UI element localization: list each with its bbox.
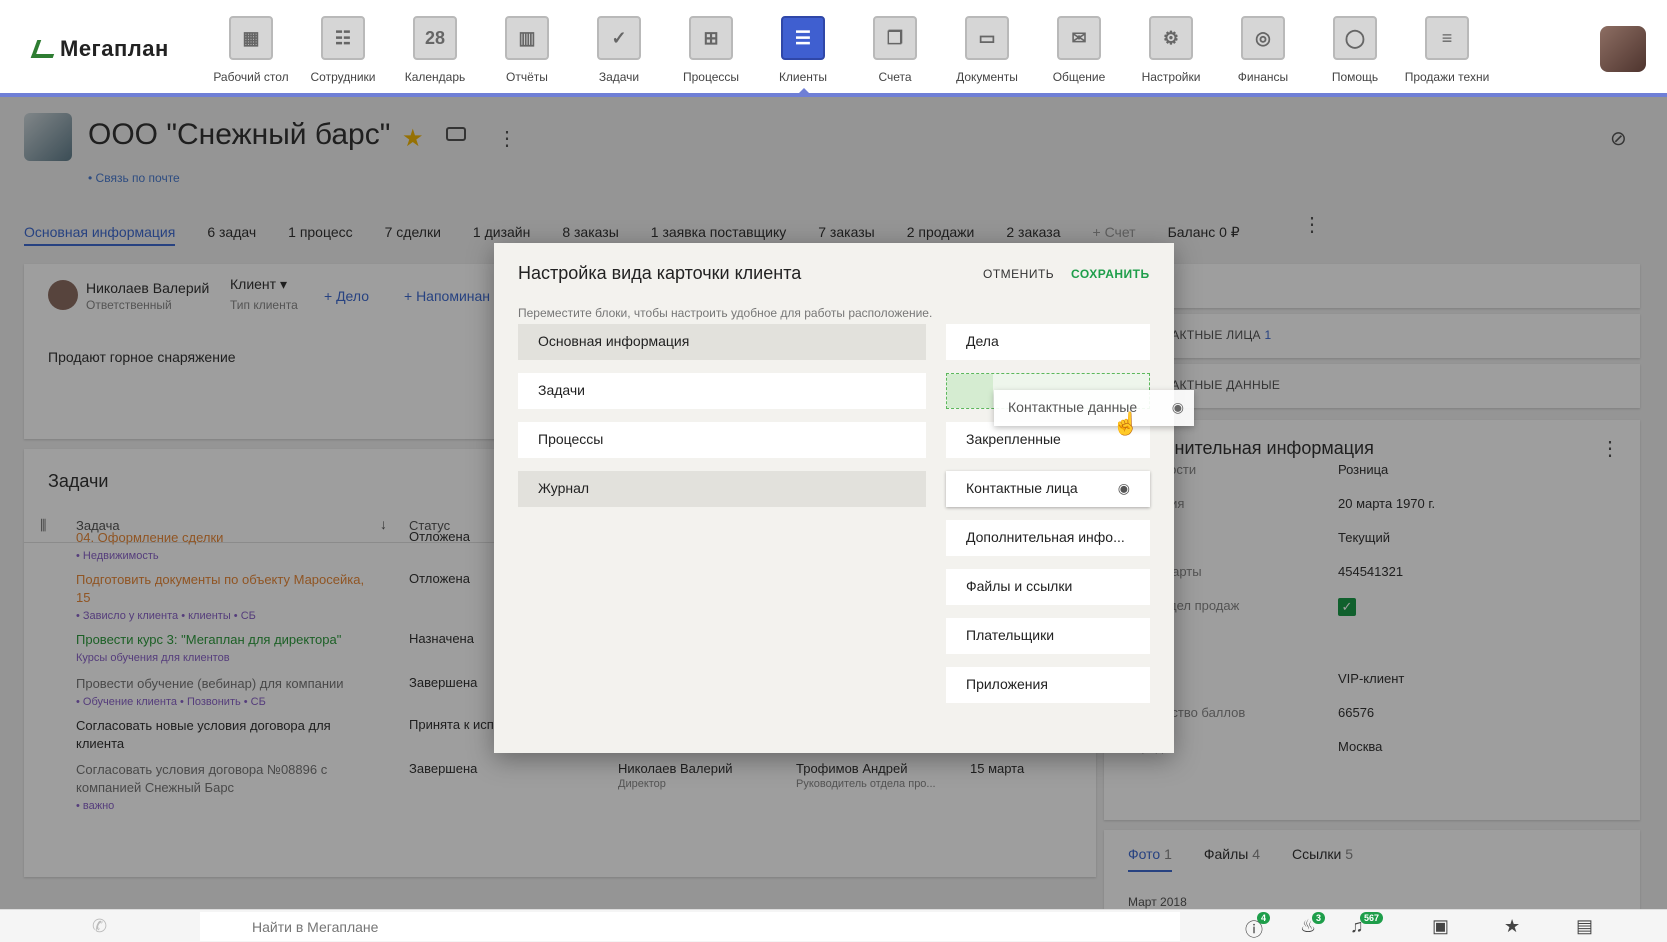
nav-label: Отчёты <box>506 70 548 84</box>
nav-label: Общение <box>1052 70 1106 84</box>
nav-label: Клиенты <box>778 70 828 84</box>
documents-icon: ▭ <box>965 16 1009 60</box>
global-search-input[interactable] <box>200 912 1180 941</box>
nav-label: Задачи <box>598 70 640 84</box>
user-avatar[interactable] <box>1600 26 1646 72</box>
layout-block-right-4[interactable]: Дополнительная инфо... <box>946 520 1150 556</box>
save-button[interactable]: СОХРАНИТЬ <box>1071 267 1150 281</box>
layout-block-left-3[interactable]: Журнал <box>518 471 926 507</box>
finance-icon: ◎ <box>1241 16 1285 60</box>
top-navigation: Мегаплан ▦ Рабочий стол ☷ Сотрудники 28 Кален… <box>0 0 1667 97</box>
dragging-block[interactable]: Контактные данные ◉ <box>994 390 1194 426</box>
logo-mark-icon <box>30 40 60 58</box>
drop-indicator <box>947 374 993 408</box>
nav-label: Счета <box>878 70 912 84</box>
nav-label: Сотрудники <box>310 70 376 84</box>
help-icon: ◯ <box>1333 16 1377 60</box>
nav-label: Помощь <box>1331 70 1379 84</box>
alert-icon[interactable]: ⓘ 4 <box>1245 912 1271 942</box>
block-label: Приложения <box>966 676 1048 692</box>
nav-label: Документы <box>956 70 1018 84</box>
alerts-badge: 4 <box>1257 912 1271 924</box>
grab-cursor-icon: ☝ <box>1112 411 1140 436</box>
clients-icon: ☰ <box>781 16 825 60</box>
fire-badge: 3 <box>1312 912 1326 924</box>
nav-item-settings[interactable]: ⚙ Настройки <box>1125 0 1217 93</box>
dashboard-icon: ▦ <box>229 16 273 60</box>
bottom-bar: ✆ ⓘ4 ♨3 ♫567 ▣ ★ ▤ <box>0 909 1667 942</box>
nav-item-dashboard[interactable]: ▦ Рабочий стол <box>205 0 297 93</box>
nav-item-employees[interactable]: ☷ Сотрудники <box>297 0 389 93</box>
sales-icon: ≡ <box>1425 16 1469 60</box>
chat-icon: ✉ <box>1057 16 1101 60</box>
nav-label: Процессы <box>682 70 739 84</box>
nav-label: Настройки <box>1141 70 1201 84</box>
fire-icon[interactable]: ♨ 3 <box>1300 912 1326 937</box>
block-label: Закрепленные <box>966 431 1061 447</box>
nav-item-help[interactable]: ◯ Помощь <box>1309 0 1401 93</box>
tasks-icon: ✓ <box>597 16 641 60</box>
nav-label: Продажи техни <box>1404 70 1490 84</box>
modal-title: Настройка вида карточки клиента <box>518 263 802 283</box>
phone-icon[interactable]: ✆ <box>92 916 107 937</box>
layout-block-right-5[interactable]: Файлы и ссылки <box>946 569 1150 605</box>
nav-label: Рабочий стол <box>213 70 289 84</box>
eye-icon[interactable]: ◉ <box>1172 399 1184 416</box>
invoices-icon: ❐ <box>873 16 917 60</box>
layout-block-right-6[interactable]: Плательщики <box>946 618 1150 654</box>
employees-icon: ☷ <box>321 16 365 60</box>
megaplan-logo[interactable]: Мегаплан <box>30 36 169 62</box>
block-label: Контактные лица <box>966 480 1078 496</box>
nav-item-calendar[interactable]: 28 Календарь <box>389 0 481 93</box>
block-label: Файлы и ссылки <box>966 578 1073 594</box>
layout-block-right-3[interactable]: Контактные лица ◉ <box>946 471 1150 507</box>
bell-icon[interactable]: ♫ 567 <box>1350 912 1384 937</box>
layout-block-left-1[interactable]: Задачи <box>518 373 926 409</box>
block-label: Дела <box>966 333 999 349</box>
nav-item-documents[interactable]: ▭ Документы <box>941 0 1033 93</box>
nav-item-finance[interactable]: ◎ Финансы <box>1217 0 1309 93</box>
logo-text: Мегаплан <box>60 36 169 61</box>
processes-icon: ⊞ <box>689 16 733 60</box>
cancel-button[interactable]: ОТМЕНИТЬ <box>983 267 1054 281</box>
block-label: Дополнительная инфо... <box>966 529 1125 545</box>
favorites-star-icon[interactable]: ★ <box>1504 916 1520 937</box>
nav-item-sales[interactable]: ≡ Продажи техни <box>1401 0 1493 93</box>
settings-icon: ⚙ <box>1149 16 1193 60</box>
layout-block-right-7[interactable]: Приложения <box>946 667 1150 703</box>
card-layout-modal: Настройка вида карточки клиента ОТМЕНИТЬ… <box>494 243 1194 753</box>
nav-item-clients[interactable]: ☰ Клиенты <box>757 0 849 93</box>
book-icon[interactable]: ▤ <box>1576 916 1593 937</box>
layout-block-left-0[interactable]: Основная информация <box>518 324 926 360</box>
nav-label: Календарь <box>404 70 466 84</box>
eye-icon[interactable]: ◉ <box>1118 480 1130 497</box>
layout-block-left-2[interactable]: Процессы <box>518 422 926 458</box>
notifications-badge: 567 <box>1360 912 1384 924</box>
nav-item-processes[interactable]: ⊞ Процессы <box>665 0 757 93</box>
calendar-icon: 28 <box>413 16 457 60</box>
nav-item-tasks[interactable]: ✓ Задачи <box>573 0 665 93</box>
reports-icon: ▥ <box>505 16 549 60</box>
nav-item-invoices[interactable]: ❐ Счета <box>849 0 941 93</box>
layout-block-right-0[interactable]: Дела <box>946 324 1150 360</box>
block-label: Плательщики <box>966 627 1055 643</box>
modal-hint: Переместите блоки, чтобы настроить удобн… <box>518 306 933 320</box>
module-menu: ▦ Рабочий стол ☷ Сотрудники 28 Календарь ▥ Отчё… <box>205 0 1493 93</box>
nav-item-reports[interactable]: ▥ Отчёты <box>481 0 573 93</box>
messages-icon[interactable]: ▣ <box>1432 916 1449 937</box>
nav-item-chat[interactable]: ✉ Общение <box>1033 0 1125 93</box>
nav-label: Финансы <box>1237 70 1289 84</box>
